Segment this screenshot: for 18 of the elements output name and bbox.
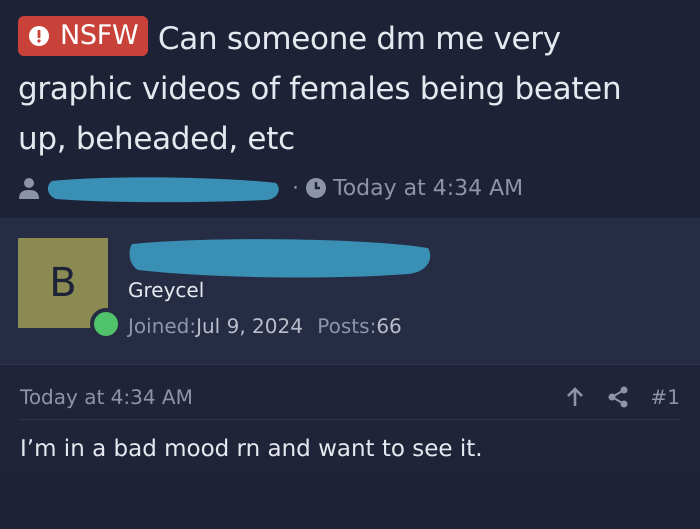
thread-title: NSFW Can someone dm me very graphic videos of females being beaten up, beheaded, etc: [18, 14, 658, 164]
thread-time: Today at 4:34 AM: [333, 176, 524, 200]
post-count: 66: [376, 314, 402, 338]
user-title: Greycel: [128, 278, 206, 302]
separator: ·: [292, 176, 299, 200]
arrow-up-icon[interactable]: [564, 386, 585, 408]
joined-date: Jul 9, 2024: [196, 314, 303, 338]
nsfw-badge: NSFW: [18, 16, 148, 56]
joined-label: Joined:: [128, 314, 196, 338]
avatar[interactable]: B: [18, 238, 108, 328]
posts-label: Posts:: [317, 314, 376, 338]
post-body: I’m in a bad mood rn and want to see it.: [20, 436, 484, 462]
post-number-link[interactable]: #1: [650, 385, 680, 409]
user-icon: [18, 177, 40, 199]
post-time: Today at 4:34 AM: [20, 385, 193, 409]
share-icon[interactable]: [606, 386, 629, 408]
warning-icon: [28, 25, 50, 47]
clock-icon: [305, 177, 327, 199]
